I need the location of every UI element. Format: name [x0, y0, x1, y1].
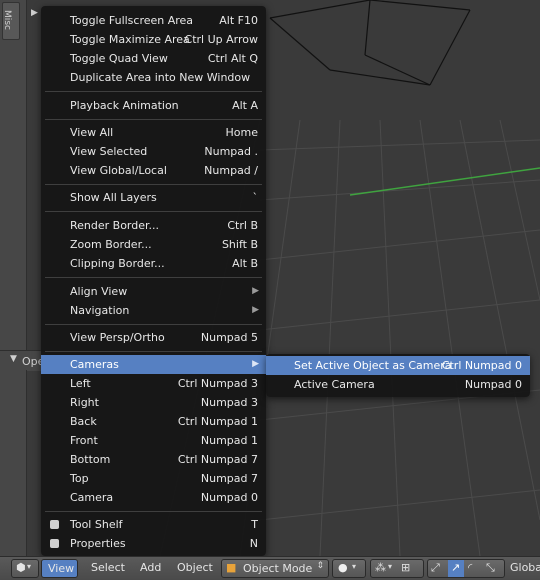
object-mode-icon: ■	[226, 561, 237, 574]
collapse-triangle-icon[interactable]: ▼	[10, 354, 17, 364]
menu-separator	[45, 324, 262, 325]
menu-item-duplicate-area[interactable]: Duplicate Area into New Window	[41, 68, 266, 87]
menu-item-align-view[interactable]: Align View ▶	[41, 282, 266, 301]
menu-separator	[45, 119, 262, 120]
menu-item-view-persp-ortho[interactable]: View Persp/Ortho Numpad 5	[41, 328, 266, 347]
checkbox-icon[interactable]	[50, 539, 59, 548]
x-axis-line	[349, 167, 540, 196]
pivot-icon: ⁂	[375, 561, 386, 574]
menu-item-bottom[interactable]: Bottom Ctrl Numpad 7	[41, 450, 266, 469]
cube-icon: ⬢	[16, 561, 26, 574]
submenu-arrow-icon: ▶	[252, 286, 259, 296]
chevron-down-icon: ▾	[352, 562, 357, 571]
checkbox-icon[interactable]	[50, 520, 59, 529]
operator-panel	[0, 370, 27, 556]
scale-icon: ⤡	[486, 561, 495, 574]
menu-item-show-all-layers[interactable]: Show All Layers `	[41, 188, 266, 207]
expand-arrow-icon[interactable]: ▶	[31, 8, 38, 18]
menu-item-camera[interactable]: Camera Numpad 0	[41, 488, 266, 507]
menu-item-toggle-quad-view[interactable]: Toggle Quad View Ctrl Alt Q	[41, 49, 266, 68]
menu-item-tool-shelf[interactable]: Tool Shelf T	[41, 515, 266, 534]
manipulator-toggle-icon: ⤢	[431, 561, 440, 574]
proportional-edit-icon: ⊞	[401, 561, 411, 574]
shading-selector[interactable]: ● ▾	[332, 559, 366, 578]
menu-separator	[45, 211, 262, 212]
3d-view-header: ⬢ ▾ View Select Add Object ■ Object Mode…	[0, 556, 540, 580]
camera-wireframe	[269, 0, 471, 86]
menu-separator	[45, 91, 262, 92]
submenu-arrow-icon: ▶	[252, 359, 259, 369]
menu-item-right[interactable]: Right Numpad 3	[41, 393, 266, 412]
menu-item-cameras[interactable]: Cameras ▶	[41, 355, 266, 374]
view-menu: Toggle Fullscreen Area Alt F10 Toggle Max…	[41, 6, 266, 556]
menu-view[interactable]: View	[41, 559, 78, 578]
menu-item-front[interactable]: Front Numpad 1	[41, 431, 266, 450]
manipulator-group[interactable]: ⤢ ↗ ◜ ⤡	[427, 559, 505, 578]
menu-select[interactable]: Select	[91, 559, 125, 576]
menu-item-view-global-local[interactable]: View Global/Local Numpad /	[41, 161, 266, 180]
menu-separator	[45, 351, 262, 352]
editor-type-button[interactable]: ⬢ ▾	[11, 559, 39, 578]
chevron-down-icon: ▾	[388, 562, 393, 571]
tab-misc[interactable]: Misc	[2, 2, 20, 40]
menu-item-clipping-border[interactable]: Clipping Border... Alt B	[41, 254, 266, 273]
orientation-selector[interactable]: Global	[510, 559, 540, 576]
menu-separator	[45, 511, 262, 512]
cameras-submenu: Set Active Object as Camera Ctrl Numpad 0…	[266, 354, 530, 397]
updown-arrows-icon: ⇕	[316, 561, 324, 571]
tool-shelf: Misc	[0, 0, 27, 350]
menu-item-toggle-fullscreen-area[interactable]: Toggle Fullscreen Area Alt F10	[41, 11, 266, 30]
submenu-arrow-icon: ▶	[252, 305, 259, 315]
menu-item-playback-animation[interactable]: Playback Animation Alt A	[41, 96, 266, 115]
menu-item-view-selected[interactable]: View Selected Numpad .	[41, 142, 266, 161]
menu-separator	[45, 184, 262, 185]
menu-item-view-all[interactable]: View All Home	[41, 123, 266, 142]
menu-separator	[45, 277, 262, 278]
menu-item-active-camera[interactable]: Active Camera Numpad 0	[266, 375, 530, 394]
menu-item-top[interactable]: Top Numpad 7	[41, 469, 266, 488]
chevron-down-icon: ▾	[27, 562, 32, 571]
menu-item-zoom-border[interactable]: Zoom Border... Shift B	[41, 235, 266, 254]
menu-add[interactable]: Add	[140, 559, 161, 576]
pivot-snap-group[interactable]: ⁂ ▾ ⊞	[370, 559, 424, 578]
menu-item-render-border[interactable]: Render Border... Ctrl B	[41, 216, 266, 235]
menu-item-left[interactable]: Left Ctrl Numpad 3	[41, 374, 266, 393]
rotate-icon: ◜	[468, 561, 473, 574]
menu-item-navigation[interactable]: Navigation ▶	[41, 301, 266, 320]
menu-item-toggle-maximize-area[interactable]: Toggle Maximize Area Ctrl Up Arrow	[41, 30, 266, 49]
menu-object[interactable]: Object	[177, 559, 213, 576]
menu-item-properties[interactable]: Properties N	[41, 534, 266, 553]
menu-item-set-active-object-as-camera[interactable]: Set Active Object as Camera Ctrl Numpad 0	[266, 356, 530, 375]
operator-panel-header[interactable]: ▼ Ope	[0, 350, 45, 371]
mode-selector[interactable]: ■ Object Mode ⇕	[221, 559, 329, 578]
sphere-icon: ●	[338, 561, 348, 574]
menu-item-back[interactable]: Back Ctrl Numpad 1	[41, 412, 266, 431]
